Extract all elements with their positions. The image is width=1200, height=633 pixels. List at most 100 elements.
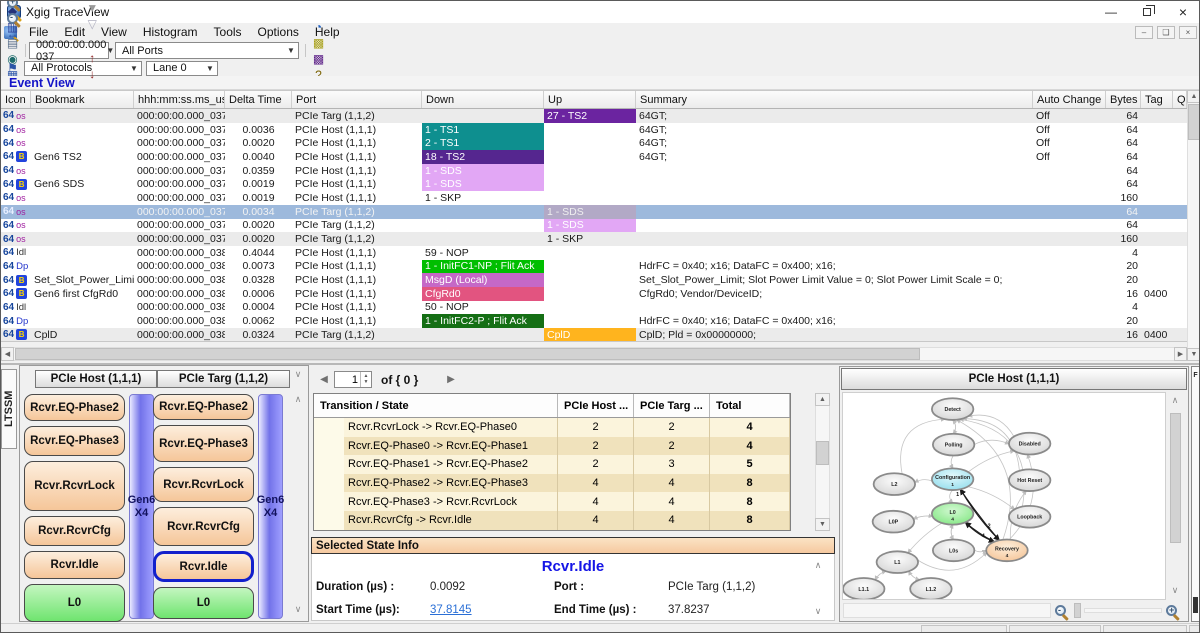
- table-row[interactable]: 64os000:00:00.000_0370.0019PCIe Host (1,…: [1, 191, 1187, 205]
- state-node-loopback[interactable]: Loopback: [1009, 506, 1050, 528]
- scroll-down-icon[interactable]: ▼: [1187, 348, 1200, 361]
- table-row[interactable]: 64BGen6 first CfgRd0000:00:00.000_0380.0…: [1, 287, 1187, 301]
- packet-bar[interactable]: CfgRd0: [422, 287, 544, 301]
- transition-column-header[interactable]: PCIe Targ ...: [634, 394, 710, 417]
- diagram-zoom-out-icon[interactable]: -: [1055, 603, 1066, 621]
- table-row[interactable]: 64BGen6 TS2000:00:00.000_0370.0040PCIe H…: [1, 150, 1187, 164]
- start-time-link[interactable]: 37.8145: [430, 604, 472, 616]
- ltssm-dropdown-icon[interactable]: ∨: [292, 369, 304, 380]
- column-header-down[interactable]: Down: [422, 91, 544, 108]
- ltssm-state-rcvr-eq-phase3[interactable]: Rcvr.EQ-Phase3: [153, 425, 254, 462]
- ltssm-state-rcvr-idle[interactable]: Rcvr.Idle: [24, 551, 125, 579]
- state-node-l0p[interactable]: L0P: [873, 511, 914, 533]
- ltssm-state-rcvr-rcvrlock[interactable]: Rcvr.RcvrLock: [153, 467, 254, 502]
- diagram-scroll-up-icon[interactable]: ∧: [1169, 395, 1181, 406]
- column-header-auto-change[interactable]: Auto Change: [1033, 91, 1106, 108]
- child-close-button[interactable]: ×: [1179, 26, 1197, 39]
- menu-tools[interactable]: Tools: [206, 24, 250, 40]
- table-row[interactable]: 64os000:00:00.000_037PCIe Targ (1,1,2)27…: [1, 109, 1187, 123]
- scroll-right-icon[interactable]: ▶: [1174, 347, 1187, 361]
- table-row[interactable]: 64BSet_Slot_Power_Limit000:00:00.000_038…: [1, 273, 1187, 287]
- hscroll-thumb[interactable]: [15, 348, 920, 360]
- ltssm-scroll-up-icon[interactable]: ∧: [292, 394, 304, 405]
- nav-next-button[interactable]: ▶: [443, 370, 459, 388]
- transition-row[interactable]: Rcvr.RcvrCfg -> Rcvr.Idle448: [314, 511, 790, 530]
- child-restore-button[interactable]: ❑: [1157, 26, 1175, 39]
- state-node-l0s[interactable]: L0s: [933, 539, 974, 561]
- lane-dropdown-icon[interactable]: ▼: [203, 62, 217, 75]
- clock-info-icon[interactable]: ◔: [310, 19, 327, 35]
- packet-bar[interactable]: MsgD (Local): [422, 273, 544, 287]
- table-row[interactable]: 64os000:00:00.000_0370.0359PCIe Host (1,…: [1, 164, 1187, 178]
- histogram-yellow-icon[interactable]: ▩: [310, 35, 327, 51]
- transition-index-spinner[interactable]: 1 ▲▼: [334, 371, 372, 388]
- packet-bar[interactable]: 18 - TS2: [422, 150, 544, 164]
- restore-button[interactable]: [1129, 1, 1165, 23]
- ltssm-port-button[interactable]: PCIe Targ (1,1,2): [157, 370, 290, 388]
- diagram-zoom-track[interactable]: [1084, 608, 1162, 613]
- ssi-scroll-down-icon[interactable]: ∨: [812, 606, 824, 617]
- packet-bar[interactable]: 1 - SDS: [422, 177, 544, 191]
- zoom-in-icon[interactable]: +: [4, 0, 21, 10]
- ports-dropdown-icon[interactable]: ▼: [284, 43, 298, 58]
- ltssm-state-rcvr-rcvrlock[interactable]: Rcvr.RcvrLock: [24, 461, 125, 511]
- state-node-disabled[interactable]: Disabled: [1009, 433, 1050, 455]
- packet-bar[interactable]: 1 - InitFC2-P ; Flit Ack: [422, 314, 544, 328]
- collapsed-panel-tab[interactable]: F: [1191, 366, 1200, 622]
- minimize-button[interactable]: —: [1093, 1, 1129, 23]
- column-header-bookmark[interactable]: Bookmark: [31, 91, 134, 108]
- ltssm-state-l0[interactable]: L0: [153, 587, 254, 619]
- zoom-fit-icon[interactable]: ↔: [4, 26, 21, 42]
- transition-scroll-down-icon[interactable]: ▼: [815, 518, 830, 531]
- close-button[interactable]: ×: [1165, 1, 1200, 23]
- column-header-up[interactable]: Up: [544, 91, 636, 108]
- state-node-l1[interactable]: L1: [877, 551, 918, 573]
- table-row[interactable]: 64Dp000:00:00.000_0380.0073PCIe Host (1,…: [1, 260, 1187, 274]
- transition-row[interactable]: Rcvr.RcvrLock -> Rcvr.EQ-Phase0224: [314, 418, 790, 437]
- zoom-out-icon[interactable]: -: [4, 10, 21, 26]
- packet-bar[interactable]: 1 - SDS: [544, 219, 636, 233]
- transition-row[interactable]: Rcvr.EQ-Phase1 -> Rcvr.EQ-Phase2235: [314, 455, 790, 474]
- diagram-port-button[interactable]: PCIe Host (1,1,1): [841, 368, 1187, 390]
- table-row[interactable]: 64Dp000:00:00.000_0380.0062PCIe Host (1,…: [1, 314, 1187, 328]
- tag-icon[interactable]: ⚑: [4, 60, 21, 76]
- column-header-port[interactable]: Port: [292, 91, 422, 108]
- ltssm-state-rcvr-rcvrcfg[interactable]: Rcvr.RcvrCfg: [24, 516, 125, 546]
- ltssm-state-rcvr-eq-phase2[interactable]: Rcvr.EQ-Phase2: [24, 394, 125, 421]
- ltssm-state-rcvr-rcvrcfg[interactable]: Rcvr.RcvrCfg: [153, 507, 254, 546]
- column-header-hhh-mm-ss-ms-us[interactable]: hhh:mm:ss.ms_us: [134, 91, 225, 108]
- column-header-tag[interactable]: Tag: [1141, 91, 1173, 108]
- time-dropdown-icon[interactable]: ▼: [106, 43, 114, 58]
- table-row[interactable]: 64BGen6 SDS000:00:00.000_0370.0019PCIe H…: [1, 177, 1187, 191]
- jump-prev-icon[interactable]: ↑: [84, 50, 101, 66]
- ltssm-tab[interactable]: LTSSM: [1, 369, 17, 449]
- table-row[interactable]: 64Idl000:00:00.000_0380.4044PCIe Host (1…: [1, 246, 1187, 260]
- diagram-hscrollbar[interactable]: [843, 603, 1051, 618]
- menu-options[interactable]: Options: [250, 24, 307, 40]
- packet-bar[interactable]: 1 - SDS: [422, 164, 544, 178]
- filter-icon[interactable]: ▽: [84, 16, 101, 32]
- nav-prev-button[interactable]: ◀: [316, 370, 332, 388]
- table-row[interactable]: 64os000:00:00.000_0370.0020PCIe Host (1,…: [1, 136, 1187, 150]
- packet-bar[interactable]: CplD: [544, 328, 636, 342]
- scroll-left-icon[interactable]: ◀: [1, 347, 14, 361]
- table-row[interactable]: 64os000:00:00.000_0370.0020PCIe Targ (1,…: [1, 232, 1187, 246]
- jump-next-icon[interactable]: ↓: [84, 66, 101, 82]
- state-node-l2[interactable]: L2: [874, 473, 915, 495]
- ltssm-state-rcvr-eq-phase3[interactable]: Rcvr.EQ-Phase3: [24, 426, 125, 456]
- transition-scroll-thumb[interactable]: [816, 441, 829, 465]
- lane-select[interactable]: Lane 0 ▼: [146, 61, 218, 76]
- ltssm-state-rcvr-eq-phase2[interactable]: Rcvr.EQ-Phase2: [153, 394, 254, 420]
- transition-column-header[interactable]: Total: [710, 394, 790, 417]
- ltssm-scroll-down-icon[interactable]: ∨: [292, 604, 304, 615]
- diagram-zoom-in-icon[interactable]: +: [1166, 603, 1177, 621]
- protocols-dropdown-icon[interactable]: ▼: [127, 62, 141, 75]
- state-node-l1-2[interactable]: L1.2: [910, 578, 951, 599]
- state-node-l1-1[interactable]: L1.1: [843, 578, 884, 599]
- column-header-delta-time[interactable]: Delta Time: [225, 91, 292, 108]
- transition-column-header[interactable]: Transition / State: [314, 394, 558, 417]
- transition-column-header[interactable]: PCIe Host ...: [558, 394, 634, 417]
- state-node-recovery[interactable]: Recovery4: [986, 539, 1027, 561]
- packet-bar[interactable]: 1 - InitFC1-NP ; Flit Ack: [422, 260, 544, 274]
- packet-bar[interactable]: 1 - TS1: [422, 123, 544, 137]
